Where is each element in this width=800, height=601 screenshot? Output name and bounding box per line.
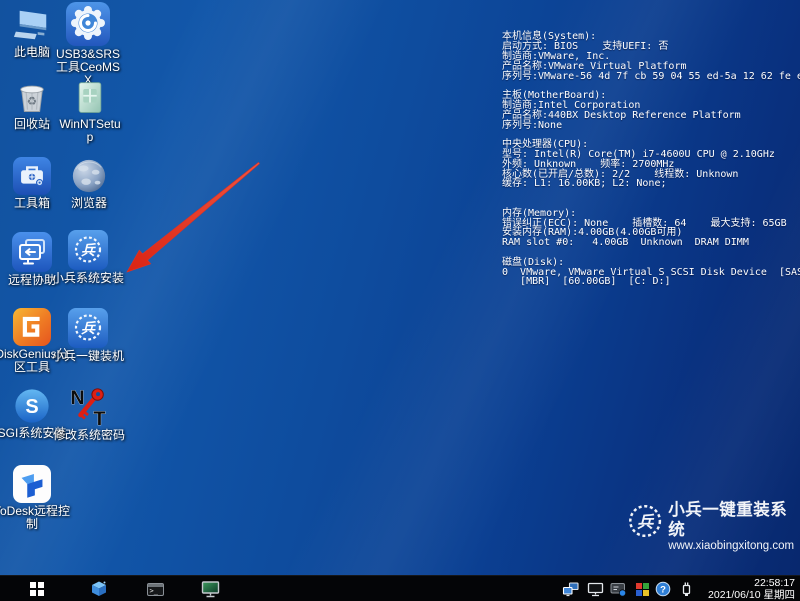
recycle-bin-icon: ♻: [6, 80, 58, 116]
desktop-icon-label: 浏览器: [60, 197, 118, 210]
system-info-line: 缓存: L1: 16.00KB; L2: None;: [502, 179, 798, 189]
desktop-icon-this-pc[interactable]: 此电脑: [6, 6, 58, 59]
desktop-icon-label: 小兵一键装机: [49, 350, 127, 363]
taskbar-clock[interactable]: 22:58:17 2021/06/10 星期四: [708, 577, 795, 601]
blue-cube-icon: [90, 580, 108, 598]
xiaobing-watermark-logo-icon: 兵: [626, 500, 664, 542]
watermark-url: www.xiaobingxitong.com: [668, 540, 798, 553]
nt-password-key-icon: N T: [52, 385, 126, 427]
taskbar-app-pe-tool[interactable]: [88, 576, 110, 601]
todesk-icon: [0, 465, 72, 503]
tray-help[interactable]: ?: [653, 576, 673, 601]
desktop-icon-label: 修改系统密码: [52, 429, 126, 442]
tray-color-settings[interactable]: [632, 576, 652, 601]
taskbar: ? 22:58:17 2021/06/10 星期四: [0, 575, 800, 601]
desktop-icon-todesk[interactable]: ToDesk远程控制: [0, 465, 72, 531]
system-info-panel: 本机信息(System):启动方式: BIOS 支持UEFI: 否制造商:VMw…: [502, 3, 798, 287]
svg-text:N: N: [71, 388, 85, 409]
clock-date: 2021/06/10 星期四: [708, 589, 795, 601]
tray-ime[interactable]: [608, 576, 628, 601]
red-arrow-shape: [127, 162, 260, 272]
system-info-line: 序列号:None: [502, 121, 798, 131]
browser-globe-icon: [60, 157, 118, 195]
brand-watermark: 兵 小兵一键重装系统 www.xiaobingxitong.com: [626, 500, 798, 553]
tray-network[interactable]: [560, 576, 580, 601]
desktop-icon-label: 回收站: [6, 118, 58, 131]
clock-time: 22:58:17: [708, 577, 795, 589]
xiaobing-logo-icon: 兵: [49, 308, 127, 348]
desktop-icon-xiaobing-oneclick[interactable]: 兵 小兵一键装机: [49, 308, 127, 363]
desktop-icon-label: WinNTSetup: [57, 118, 123, 144]
color-palette-icon: [636, 583, 649, 596]
desktop-icon-label: 小兵系统安装: [49, 272, 127, 285]
svg-text:T: T: [94, 409, 106, 427]
xiaobing-logo-icon: 兵: [49, 230, 127, 270]
taskbar-app-cmd[interactable]: [144, 576, 166, 601]
desktop-icon-xiaobing-system-install[interactable]: 兵 小兵系统安装: [49, 230, 127, 285]
usb3-srs-tool-icon: [53, 2, 123, 46]
system-info-line: RAM slot #0: 4.00GB Unknown DRAM DIMM: [502, 238, 798, 248]
svg-text:?: ?: [660, 585, 666, 596]
desktop-icon-browser[interactable]: 浏览器: [60, 157, 118, 210]
svg-text:兵: 兵: [637, 514, 655, 532]
windows-logo-icon: [30, 582, 44, 596]
system-info-line: 序列号:VMware-56 4d 7f cb 59 04 55 ed-5a 12…: [502, 72, 798, 82]
watermark-title: 小兵一键重装系统: [668, 500, 798, 540]
command-prompt-icon: [147, 583, 164, 596]
desktop-icon-label: ToDesk远程控制: [0, 505, 72, 531]
desktop-wallpaper: 本机信息(System):启动方式: BIOS 支持UEFI: 否制造商:VMw…: [0, 0, 800, 575]
desktop-icon-change-password[interactable]: N T 修改系统密码: [52, 385, 126, 442]
svg-text:兵: 兵: [81, 320, 96, 336]
desktop-icon-recycle-bin[interactable]: ♻ 回收站: [6, 80, 58, 131]
tray-display[interactable]: [585, 576, 605, 601]
usb-drive-icon: [679, 580, 694, 598]
network-computers-icon: [562, 581, 579, 597]
monitor-outline-icon: [587, 581, 604, 597]
svg-text:S: S: [25, 396, 38, 418]
desktop-icon-label: 工具箱: [6, 197, 58, 210]
taskbar-app-display[interactable]: [198, 576, 222, 601]
monitor-icon: [201, 580, 220, 599]
tray-usb[interactable]: [676, 576, 696, 601]
svg-text:♻: ♻: [27, 95, 37, 108]
desktop-icon-toolbox[interactable]: 工具箱: [6, 157, 58, 210]
desktop-icon-label: 此电脑: [6, 46, 58, 59]
system-info-line: [MBR] [60.00GB] [C: D:]: [502, 277, 798, 287]
system-info-line: [502, 189, 798, 199]
svg-text:兵: 兵: [81, 242, 96, 258]
winntsetup-icon: [57, 80, 123, 116]
this-pc-icon: [6, 6, 58, 44]
start-button[interactable]: [26, 576, 48, 601]
toolbox-icon: [6, 157, 58, 195]
help-icon: ?: [655, 581, 671, 597]
desktop-icon-winntsetup[interactable]: WinNTSetup: [57, 80, 123, 144]
desktop-icon-usb3-srs[interactable]: USB3&SRS工具CeoMSX: [53, 2, 123, 87]
desktop-screen: 本机信息(System):启动方式: BIOS 支持UEFI: 否制造商:VMw…: [0, 0, 800, 601]
ime-settings-icon: [610, 581, 627, 597]
